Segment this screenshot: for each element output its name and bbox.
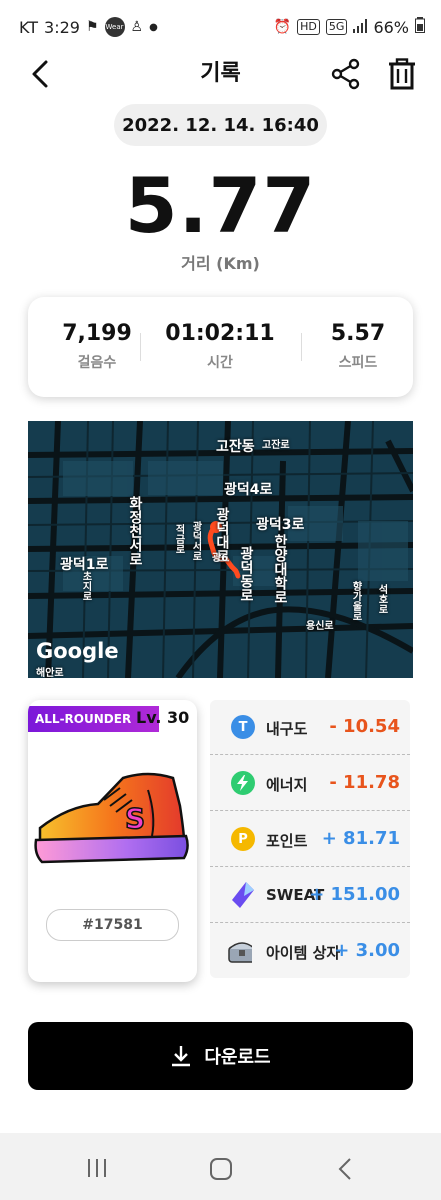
share-icon [331,58,360,90]
svg-text:S: S [125,802,145,835]
time-value: 01:02:11 [165,321,275,346]
delete-button[interactable] [386,58,418,90]
map-pin-label: 광6 [212,553,229,564]
reward-label: 내구도 [266,720,308,738]
map-label: 고잔로 [262,440,290,451]
reward-value: - 11.78 [329,772,400,793]
signal-icon [353,18,368,37]
divider [210,754,410,755]
divider [140,333,141,361]
reward-value: + 81.71 [321,828,400,849]
chest-icon [228,939,252,963]
level: Lv. 30 [136,708,189,727]
stat-time: 01:02:11 시간 [160,321,280,372]
route-map[interactable]: 고잔동 고잔로 광덕4로 광덕3로 광덕1로 화정천서로 적금로 광덕서로 광덕… [28,421,413,678]
share-button[interactable] [330,58,362,90]
sneaker-id: #17581 [46,909,179,941]
google-logo: Google [36,639,119,663]
wear-app-icon: Wear [104,17,125,37]
recent-apps-icon [88,1159,106,1177]
speed-label: 스피드 [338,355,378,371]
p-icon: P [231,827,255,851]
map-label: 광덕서로 [190,521,201,561]
carrier-label: KT [19,17,39,37]
level-prefix: Lv. [136,708,162,727]
map-label: 적금로 [173,524,184,554]
time-label: 시간 [207,355,233,371]
date-badge: 2022. 12. 14. 16:40 [114,104,327,146]
map-label: 광덕동로 [238,546,254,602]
reward-energy: 에너지 - 11.78 [210,758,410,811]
map-label: 해안로 [36,668,64,678]
alarm-icon: ⏰ [273,19,292,35]
distance-label: 거리 (Km) [181,254,260,273]
reward-durability: T 내구도 - 10.54 [210,702,410,755]
divider [210,922,410,923]
hd-icon: HD [297,19,320,35]
reward-label: 포인트 [266,832,308,850]
reward-label: 에너지 [266,776,308,794]
distance-value: 5.77 [124,161,317,250]
page-title: 기록 [200,61,241,86]
map-label: 광덕4로 [224,482,273,498]
map-label: 석호로 [376,584,387,614]
download-button[interactable]: 다운로드 [28,1022,413,1090]
t-icon: T [231,715,255,739]
recent-apps-button[interactable] [86,1157,108,1183]
level-value: 30 [166,708,190,727]
network-icon: 5G [325,19,348,35]
lightning-icon [231,771,255,795]
map-label: 용신로 [306,621,334,632]
reward-item-box: 아이템 상자 + 3.00 [210,926,410,979]
divider [210,810,410,811]
reward-label: 아이템 상자 [266,944,341,962]
map-label: 한양대학로 [272,534,288,604]
divider [210,866,410,867]
trash-icon [389,58,415,90]
battery-level: 66% [373,17,409,37]
reward-value: + 3.00 [334,940,400,961]
map-label: 향가울로 [350,581,361,621]
download-icon [172,1046,191,1067]
chevron-left-icon [338,1158,351,1180]
reward-value: - 10.54 [329,716,400,737]
stats-card: 7,199 걸음수 01:02:11 시간 5.57 스피드 [28,297,413,397]
crystal-icon [231,882,255,908]
reward-sweat: SWEAT + 151.00 [210,870,410,923]
map-label: 초지로 [80,571,91,601]
reward-points: P 포인트 + 81.71 [210,814,410,867]
person-icon: ♙ [130,19,144,35]
home-icon [210,1158,232,1180]
divider [301,333,302,361]
speed-value: 5.57 [330,321,386,346]
stat-speed: 5.57 스피드 [310,321,406,372]
sneaker-card[interactable]: ALL-ROUNDER Lv. 30 S #17581 [28,700,197,982]
battery-icon [415,17,425,37]
map-label: 화정천서로 [127,496,143,566]
steps-value: 7,199 [62,321,132,346]
map-label: 광덕3로 [256,517,305,533]
class-label: ALL-ROUNDER [35,712,132,726]
flag-icon: ⚑ [85,19,99,35]
reward-value: + 151.00 [309,884,400,905]
map-label: 고잔동 [216,439,255,455]
rewards-list: T 내구도 - 10.54 에너지 - 11.78 P 포인트 + 81.71 … [210,700,410,980]
steps-label: 걸음수 [77,355,117,371]
nav-back-button[interactable] [336,1157,354,1185]
home-button[interactable] [209,1157,233,1185]
sneaker-image: S [34,772,189,864]
system-nav-bar [0,1133,441,1200]
stat-steps: 7,199 걸음수 [42,321,152,372]
clock: 3:29 [44,17,80,37]
status-bar: KT 3:29 ⚑ Wear ♙ ● ⏰ HD 5G 66% [0,0,441,56]
download-label: 다운로드 [204,1047,271,1068]
dot-icon: ● [149,21,158,33]
